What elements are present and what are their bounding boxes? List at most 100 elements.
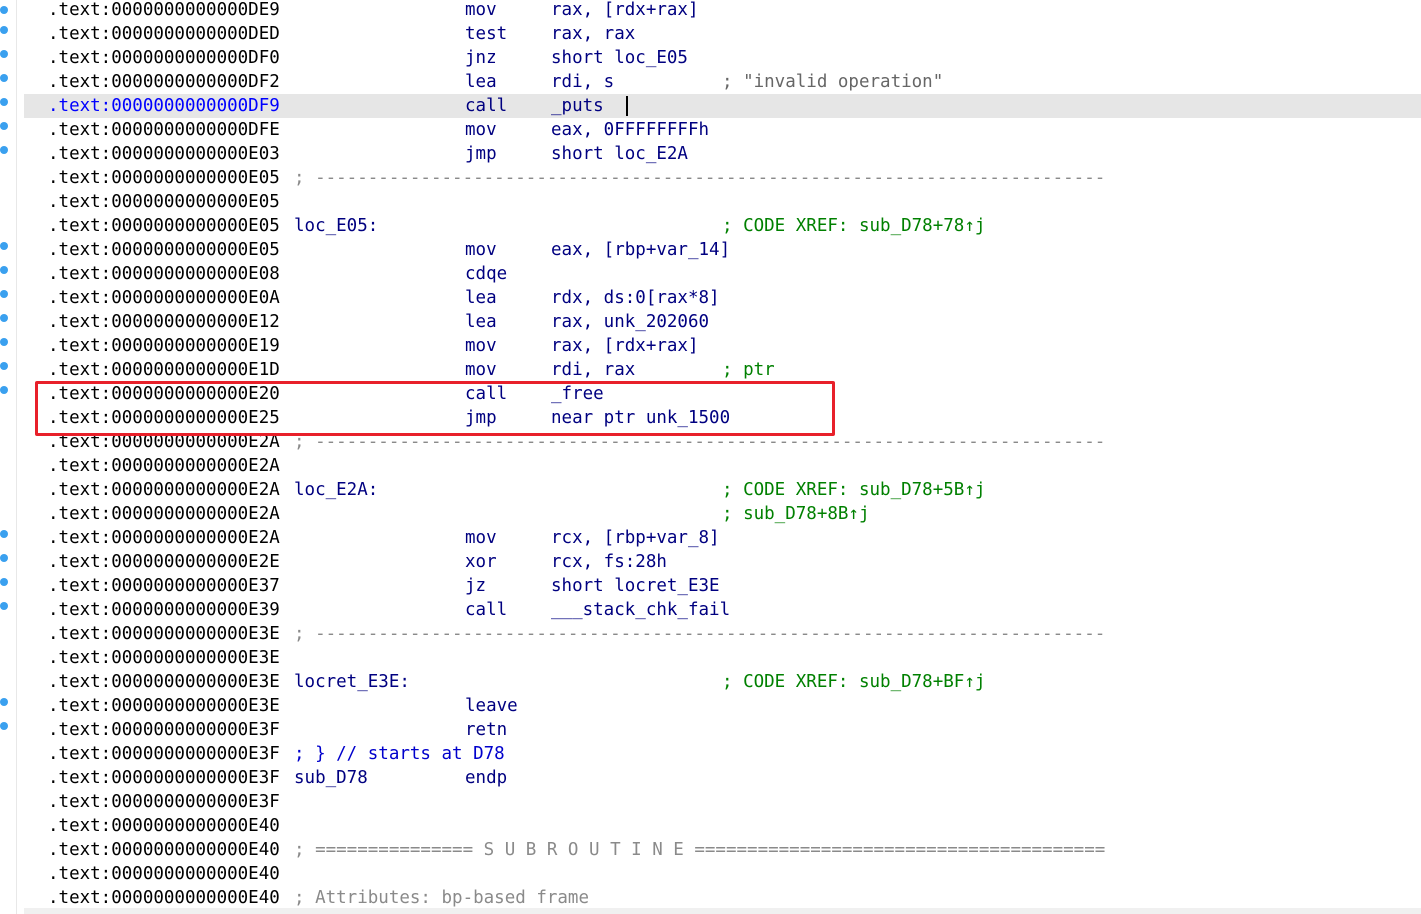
line-operands: rcx, [rbp+var_8] [551, 528, 720, 548]
line-operands: eax, [rbp+var_14] [551, 240, 731, 260]
listing-line[interactable]: .text:0000000000000DF0 jnz short loc_E05 [24, 46, 1421, 70]
line-separator: ; =============== S U B R O U T I N E ==… [294, 840, 1106, 860]
listing-line[interactable]: .text:0000000000000E40 [24, 862, 1421, 886]
gutter-dot[interactable] [0, 146, 8, 154]
line-mnemonic: cdqe [465, 264, 508, 284]
gutter-dot[interactable] [0, 26, 8, 34]
line-operands: rdi, rax [551, 360, 636, 380]
line-operands: rax, rax [551, 24, 636, 44]
line-operands: ___stack_chk_fail [551, 600, 731, 620]
gutter-dot[interactable] [0, 314, 8, 322]
gutter-dot[interactable] [0, 386, 8, 394]
line-address: .text:0000000000000E08 [48, 264, 280, 284]
line-operands: rax, [rdx+rax] [551, 336, 699, 356]
listing-line[interactable]: .text:0000000000000E3E leave [24, 694, 1421, 718]
line-mnemonic: lea [465, 312, 497, 332]
listing-line[interactable]: .text:0000000000000E3F ; } // starts at D… [24, 742, 1421, 766]
line-comment: ; ptr [722, 360, 775, 380]
line-comment: ; sub_D78+8B↑j [722, 504, 870, 524]
gutter-dot[interactable] [0, 266, 8, 274]
line-operands: rax, [rdx+rax] [551, 0, 699, 20]
listing-line[interactable]: .text:0000000000000E12 lea rax, unk_202060 [24, 310, 1421, 334]
listing-line[interactable]: .text:0000000000000E08 cdqe [24, 262, 1421, 286]
gutter-dot[interactable] [0, 362, 8, 370]
line-mnemonic: mov [465, 240, 497, 260]
highlight-box [35, 381, 835, 436]
listing-line[interactable]: .text:0000000000000E2A loc_E2A: ; CODE XRE… [24, 478, 1421, 502]
gutter-dot[interactable] [0, 74, 8, 82]
listing-line[interactable]: .text:0000000000000DF2 lea rdi, s ; "invali… [24, 70, 1421, 94]
line-operands: rcx, fs:28h [551, 552, 667, 572]
gutter-dot[interactable] [0, 338, 8, 346]
listing-line[interactable]: .text:0000000000000E19 mov rax, [rdx+rax] [24, 334, 1421, 358]
line-mnemonic: mov [465, 120, 497, 140]
line-operands: short loc_E2A [551, 144, 688, 164]
listing-line[interactable]: .text:0000000000000DE9 mov rax, [rdx+rax] [24, 0, 1421, 22]
gutter-dot[interactable] [0, 554, 8, 562]
listing-line[interactable]: .text:0000000000000DF9 call _puts [24, 94, 1421, 118]
line-mnemonic: endp [465, 768, 508, 788]
listing-line[interactable]: .text:0000000000000E3F retn [24, 718, 1421, 742]
gutter-dot[interactable] [0, 530, 8, 538]
line-address: .text:0000000000000E05 [48, 240, 280, 260]
listing-line[interactable]: .text:0000000000000E2E xor rcx, fs:28h [24, 550, 1421, 574]
listing-line[interactable]: .text:0000000000000E37 jz short locret_E3E [24, 574, 1421, 598]
line-address: .text:0000000000000DED [48, 24, 280, 44]
line-address: .text:0000000000000E3E [48, 672, 280, 692]
listing-line[interactable]: .text:0000000000000E05 [24, 190, 1421, 214]
line-operands: rdi, s [551, 72, 615, 92]
listing-line[interactable]: .text:0000000000000E2A [24, 454, 1421, 478]
listing-line[interactable]: .text:0000000000000E05 ; ----------------… [24, 166, 1421, 190]
listing-line[interactable]: .text:0000000000000E2A ; sub_D78+8B↑j [24, 502, 1421, 526]
line-address: .text:0000000000000E3F [48, 792, 280, 812]
line-label: locret_E3E: [294, 672, 410, 692]
listing-line[interactable]: .text:0000000000000E3E ; ----------------… [24, 622, 1421, 646]
gutter-dot[interactable] [0, 578, 8, 586]
listing-line[interactable]: .text:0000000000000E39 call ___stack_chk_f… [24, 598, 1421, 622]
line-comment: ; CODE XREF: sub_D78+5B↑j [722, 480, 986, 500]
line-mnemonic: jmp [465, 144, 497, 164]
text-cursor [626, 96, 628, 116]
listing-line[interactable]: .text:0000000000000E05 mov eax, [rbp+var_1… [24, 238, 1421, 262]
horizontal-scrollbar[interactable] [24, 908, 1421, 914]
gutter-dot[interactable] [0, 122, 8, 130]
line-separator: ; --------------------------------------… [294, 624, 1106, 644]
listing-line[interactable]: .text:0000000000000E40 [24, 814, 1421, 838]
gutter-dot[interactable] [0, 50, 8, 58]
listing-line[interactable]: .text:0000000000000E05 loc_E05: ; CODE XRE… [24, 214, 1421, 238]
listing-line[interactable]: .text:0000000000000E40 ; =============== … [24, 838, 1421, 862]
line-address: .text:0000000000000E3F [48, 744, 280, 764]
listing-line[interactable]: .text:0000000000000E1D mov rdi, rax ; ptr [24, 358, 1421, 382]
gutter-dot[interactable] [0, 290, 8, 298]
listing-line[interactable]: .text:0000000000000E3F [24, 790, 1421, 814]
line-separator: ; --------------------------------------… [294, 168, 1106, 188]
listing-line[interactable]: .text:0000000000000E2A mov rcx, [rbp+var_8… [24, 526, 1421, 550]
gutter-dot[interactable] [0, 242, 8, 250]
listing-line[interactable]: .text:0000000000000E3F sub_D78 endp [24, 766, 1421, 790]
line-address: .text:0000000000000E40 [48, 816, 280, 836]
gutter-dot[interactable] [0, 6, 8, 14]
listing-line[interactable]: .text:0000000000000E3E locret_E3E: ; CODE … [24, 670, 1421, 694]
line-separator: ; Attributes: bp-based frame [294, 888, 590, 908]
line-mnemonic: mov [465, 0, 497, 20]
line-operands: _puts [551, 96, 604, 116]
breakpoint-gutter[interactable] [0, 0, 17, 914]
listing-line[interactable]: .text:0000000000000E03 jmp short loc_E2A [24, 142, 1421, 166]
listing-line[interactable]: .text:0000000000000DFE mov eax, 0FFFFFFFFh [24, 118, 1421, 142]
gutter-dot[interactable] [0, 698, 8, 706]
listing-line[interactable]: .text:0000000000000E3E [24, 646, 1421, 670]
gutter-dot[interactable] [0, 722, 8, 730]
line-address: .text:0000000000000DF0 [48, 48, 280, 68]
line-address: .text:0000000000000E0A [48, 288, 280, 308]
line-address: .text:0000000000000DF2 [48, 72, 280, 92]
line-address: .text:0000000000000E3F [48, 768, 280, 788]
listing-line[interactable]: .text:0000000000000E40 ; Attributes: bp-b… [24, 886, 1421, 910]
listing-line[interactable]: .text:0000000000000DED test rax, rax [24, 22, 1421, 46]
listing-line[interactable]: .text:0000000000000E0A lea rdx, ds:0[rax*8… [24, 286, 1421, 310]
gutter-dot[interactable] [0, 98, 8, 106]
line-mnemonic: test [465, 24, 508, 44]
line-operands: rdx, ds:0[rax*8] [551, 288, 720, 308]
line-address: .text:0000000000000E19 [48, 336, 280, 356]
line-address: .text:0000000000000E2A [48, 504, 280, 524]
gutter-dot[interactable] [0, 602, 8, 610]
